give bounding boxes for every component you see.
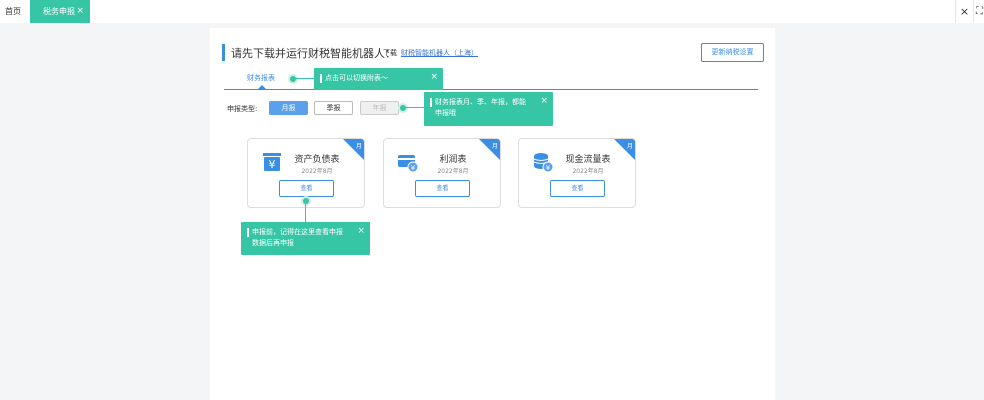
period-quarterly-button[interactable]: 季报: [314, 101, 353, 115]
tip-view-text-2: 数据后再申报: [252, 239, 294, 247]
period-annual-button[interactable]: 年报: [360, 101, 399, 115]
card-date: 2022年8月: [301, 168, 333, 175]
tip-switch-text: 点击可以切换附表～: [325, 74, 388, 82]
tip-connector: [406, 107, 425, 108]
tab-underline: [224, 89, 758, 90]
tip-dot: [303, 198, 309, 204]
card-title: 利润表: [439, 155, 467, 165]
tip-period-text-1: 财务报表月、季、年报，都能: [435, 98, 526, 106]
tab-tax-declaration[interactable]: 税务申报 ×: [30, 0, 90, 23]
tip-close-icon[interactable]: ×: [540, 96, 548, 107]
download-label: 下载: [383, 49, 397, 57]
tip-dot: [400, 105, 406, 111]
monthly-badge-label: 月: [355, 143, 362, 150]
tip-connector: [305, 204, 306, 222]
card-income-statement: 月 ¥ 利润表 2022年8月 查看: [383, 138, 501, 208]
tab-home[interactable]: 首页: [0, 0, 30, 23]
view-button[interactable]: 查看: [279, 180, 334, 197]
tip-close-icon[interactable]: ×: [357, 226, 365, 237]
tip-period-text-2: 申报哦: [435, 109, 456, 117]
card-title: 资产负债表: [294, 155, 340, 165]
card-cash-flow: 月 ¥ 现金流量表 2022年8月 查看: [518, 138, 636, 208]
card-date: 2022年8月: [572, 168, 604, 175]
tab-financial-statements[interactable]: 财务报表: [247, 73, 275, 83]
tip-close-icon[interactable]: ×: [430, 72, 438, 83]
page-title: 请先下载并运行财税智能机器人：: [231, 47, 396, 60]
tab-tax-declaration-label: 税务申报: [43, 7, 75, 16]
title-accent-bar: [222, 44, 225, 61]
main-panel: 请先下载并运行财税智能机器人： 下载 财税智能机器人（上海） 更新纳税设置 财务…: [210, 28, 775, 400]
monthly-badge-label: 月: [491, 143, 498, 150]
period-monthly-button[interactable]: 月报: [269, 101, 308, 115]
tab-close-icon[interactable]: ×: [76, 0, 84, 23]
download-robot-link[interactable]: 财税智能机器人（上海）: [401, 48, 478, 58]
tip-switch-schedule: 点击可以切换附表～ ×: [314, 68, 443, 90]
view-button[interactable]: 查看: [415, 180, 470, 197]
close-all-icon[interactable]: ×: [955, 0, 973, 23]
fullscreen-icon[interactable]: ⛶: [973, 0, 984, 23]
tip-view-before-declare: 申报前，记得在这里查看申报 数据后再申报 ×: [241, 222, 370, 255]
tip-connector: [296, 78, 315, 79]
period-type-label: 申报类型:: [227, 105, 258, 113]
monthly-badge-label: 月: [626, 143, 633, 150]
top-tab-bar: 首页 税务申报 × × ⛶: [0, 0, 984, 23]
card-date: 2022年8月: [437, 168, 469, 175]
update-tax-settings-button[interactable]: 更新纳税设置: [701, 43, 764, 62]
tip-dot: [290, 76, 296, 82]
tip-period-types: 财务报表月、季、年报，都能 申报哦 ×: [424, 92, 553, 126]
tip-view-text-1: 申报前，记得在这里查看申报: [252, 228, 343, 236]
card-title: 现金流量表: [565, 155, 611, 165]
view-button[interactable]: 查看: [550, 180, 605, 197]
